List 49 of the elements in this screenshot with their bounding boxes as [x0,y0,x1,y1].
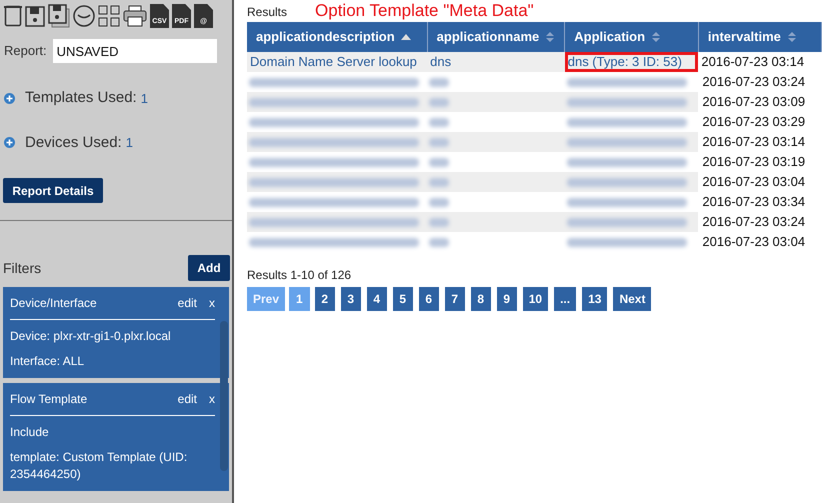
remove-link[interactable]: x [209,294,215,312]
column-header[interactable]: applicationname [427,22,565,52]
table-cell: dns [427,52,565,72]
summary-count[interactable]: 1 [140,88,148,108]
remove-link[interactable]: x [209,390,215,408]
filter-detail: Interface: ALL [10,353,86,370]
column-header[interactable]: Application [564,22,698,52]
edit-link[interactable]: edit [178,294,197,312]
report-name-field[interactable]: UNSAVED [52,39,217,63]
table-cell: Domain Name Server lookup [247,52,428,72]
summary-label: Devices Used: [25,132,122,152]
page-button[interactable]: 4 [366,287,387,311]
clock-icon[interactable] [73,5,95,27]
summary-count[interactable]: 1 [126,133,133,152]
annotation-text: Option Template "Meta Data" [315,1,534,21]
page-button[interactable]: 3 [340,287,361,311]
results-title: Results [247,4,288,21]
printer-icon[interactable] [123,5,147,27]
page-button[interactable]: 2 [314,287,335,311]
page-button[interactable]: 6 [418,287,439,311]
page-button[interactable]: 5 [392,287,413,311]
column-header[interactable]: applicationdescription [247,22,428,52]
page-button[interactable]: 8 [470,287,491,311]
floppy-disks-icon[interactable] [48,4,70,28]
summary-label: Templates Used: [25,88,137,108]
filter-detail: Include [10,424,50,441]
filter-detail: template: Custom Template (UID: 2354464250) [10,449,188,483]
filters-title: Filters [3,258,42,278]
filter-detail: Device: plxr-xtr-gi1-0.plxr.local [10,328,172,345]
expand-plus-icon[interactable] [4,137,15,148]
results-count: Results 1-10 of 126 [247,267,352,284]
scrollbar[interactable] [220,321,228,471]
page-button[interactable]: 10 [522,287,548,311]
page-button[interactable]: Next [613,287,652,311]
filter-title: Device/Interface [10,295,98,312]
filter-title: Flow Template [10,391,88,408]
page-button[interactable]: 13 [582,287,608,311]
trash-icon[interactable] [4,5,22,27]
column-header[interactable]: intervaltime [698,22,822,52]
edit-link[interactable]: edit [178,390,197,408]
expand-plus-icon[interactable] [4,92,15,104]
grid-icon[interactable] [98,5,120,27]
table-cell: dns (Type: 3 ID: 53) [564,52,698,72]
report-label: Report: [4,42,47,60]
page-button[interactable]: ... [554,287,576,311]
report-details-button[interactable]: Report Details [3,178,103,203]
add-filter-button[interactable]: Add [188,255,230,281]
page-button[interactable]: 7 [444,287,465,311]
page-button[interactable]: 9 [496,287,517,311]
